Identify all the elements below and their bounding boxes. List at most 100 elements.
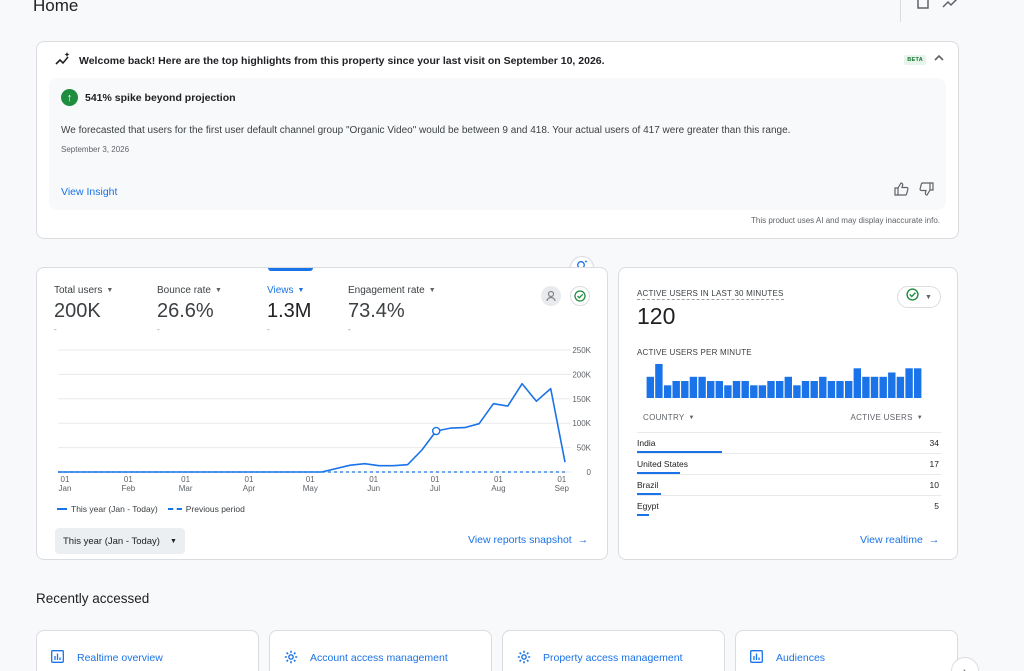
gear-icon <box>517 650 531 669</box>
country-name: Egypt <box>637 501 659 511</box>
table-row: United States 17 <box>637 453 941 474</box>
arrow-right-icon: → <box>577 534 589 546</box>
minute-bar <box>767 381 775 398</box>
x-tick-month: Mar <box>179 484 193 493</box>
country-header[interactable]: COUNTRY ▼ <box>643 413 695 422</box>
view-reports-snapshot-link[interactable]: View reports snapshot → <box>468 534 588 546</box>
user-count: 5 <box>934 501 939 511</box>
recent-tile-audiences[interactable]: Audiences <box>735 630 958 671</box>
country-name: India <box>637 438 656 448</box>
thumb-up-icon[interactable] <box>894 182 909 201</box>
y-tick-label: 50K <box>577 444 592 453</box>
legend-current-label: This year (Jan - Today) <box>71 504 158 514</box>
insight-body: We forecasted that users for the first u… <box>61 125 791 136</box>
minute-bar <box>776 381 784 398</box>
header-divider <box>900 0 901 22</box>
table-row: India 34 <box>637 432 941 453</box>
insight-detail: ↑ 541% spike beyond projection We foreca… <box>49 78 946 210</box>
chart-legend: This year (Jan - Today) Previous period <box>57 504 245 514</box>
insights-icon[interactable] <box>942 0 960 15</box>
minute-bar <box>870 376 879 398</box>
country-name: Brazil <box>637 480 659 490</box>
spike-row: ↑ 541% spike beyond projection <box>61 89 236 106</box>
tile-label: Realtime overview <box>77 652 163 664</box>
share-icon[interactable] <box>916 0 930 15</box>
active-users-header[interactable]: ACTIVE USERS ▼ <box>850 413 923 422</box>
minute-bar <box>845 381 853 398</box>
insights-card: Welcome back! Here are the top highlight… <box>36 41 959 239</box>
overview-card: Total users ▼ 200K - Bounce rate ▼ 26.6% -… <box>36 267 608 560</box>
minute-bar <box>663 385 672 398</box>
realtime-card: ACTIVE USERS IN LAST 30 MINUTES 120 ▼ AC… <box>618 267 958 560</box>
spike-title: 541% spike beyond projection <box>85 91 236 104</box>
realtime-status-button[interactable]: ▼ <box>897 286 941 308</box>
link-label: View realtime <box>860 534 923 546</box>
minute-bar <box>888 372 896 398</box>
legend-previous: Previous period <box>167 504 245 514</box>
check-circle-icon <box>906 288 919 306</box>
arrow-up-icon: ↑ <box>61 89 78 106</box>
minute-bar <box>732 381 741 398</box>
x-tick-month: May <box>303 484 318 493</box>
country-name: United States <box>637 459 689 469</box>
minute-bar <box>810 381 818 398</box>
caret-down-icon: ▼ <box>169 537 177 545</box>
page-title: Home <box>33 0 79 15</box>
chevron-up-icon[interactable] <box>934 52 944 64</box>
legend-previous-label: Previous period <box>185 504 245 514</box>
beta-badge: BETA <box>904 55 926 65</box>
table-row: Brazil 10 <box>637 474 941 495</box>
recent-tile-account-access[interactable]: Account access management <box>269 630 492 671</box>
minute-bar <box>793 385 801 398</box>
per-minute-bar-chart <box>646 364 922 398</box>
x-tick-month: Feb <box>121 484 135 493</box>
bar-chart-icon <box>750 650 763 668</box>
recent-tile-property-access[interactable]: Property access management <box>502 630 725 671</box>
x-tick-day: 01 <box>306 475 315 484</box>
caret-down-icon: ▼ <box>925 293 932 301</box>
minute-bar <box>905 368 913 398</box>
minute-bar <box>853 368 861 398</box>
y-tick-label: 250K <box>572 346 591 355</box>
x-tick-month: Apr <box>243 484 256 493</box>
x-tick-day: 01 <box>369 475 378 484</box>
date-range-select[interactable]: This year (Jan - Today) ▼ <box>55 528 185 554</box>
realtime-value: 120 <box>637 303 676 329</box>
minute-bar <box>836 381 844 398</box>
share-bar <box>637 514 650 516</box>
minute-bar <box>750 385 758 398</box>
x-tick-day: 01 <box>61 475 70 484</box>
tile-label: Property access management <box>543 652 683 664</box>
series-current-line <box>58 382 566 473</box>
feedback-buttons <box>894 182 934 201</box>
bar-chart-icon <box>51 650 64 668</box>
highlight-point <box>431 426 441 436</box>
minute-bar <box>819 376 827 398</box>
user-count: 34 <box>929 438 939 448</box>
header-label: ACTIVE USERS <box>850 413 913 422</box>
caret-down-icon: ▼ <box>916 414 923 421</box>
tile-label: Audiences <box>776 652 826 664</box>
minute-bar <box>784 376 792 398</box>
user-count: 10 <box>929 480 939 490</box>
minute-bar <box>724 385 732 398</box>
recent-tile-realtime-overview[interactable]: Realtime overview <box>36 630 259 671</box>
minute-bar <box>689 376 698 398</box>
minute-bar <box>681 381 689 398</box>
gear-icon <box>284 650 298 669</box>
user-count: 17 <box>929 459 939 469</box>
y-tick-label: 150K <box>572 395 591 404</box>
view-realtime-link[interactable]: View realtime → <box>860 534 939 546</box>
thumb-down-icon[interactable] <box>919 182 934 201</box>
link-label: View reports snapshot <box>468 534 572 546</box>
x-tick-day: 01 <box>557 475 566 484</box>
tile-label: Account access management <box>310 652 448 664</box>
minute-bar <box>698 376 706 398</box>
minute-bar <box>758 385 767 398</box>
view-insight-link[interactable]: View Insight <box>61 186 117 198</box>
minute-bar <box>827 381 836 398</box>
x-tick-day: 01 <box>245 475 254 484</box>
insight-date: September 3, 2026 <box>61 145 130 154</box>
minute-bar <box>715 381 723 398</box>
arrow-right-icon: → <box>928 534 940 546</box>
